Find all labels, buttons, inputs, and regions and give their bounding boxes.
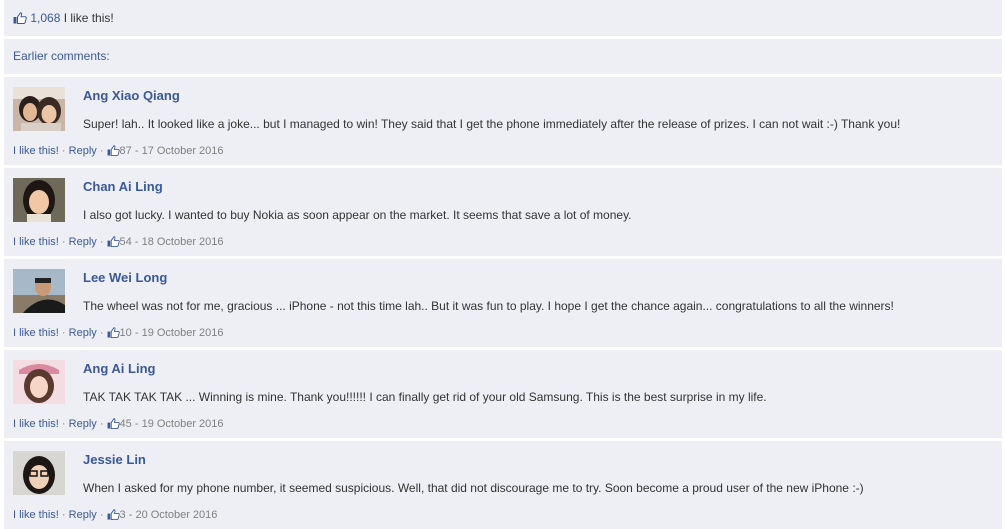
comment-actions: I like this! · Reply · 45 - 19 October 2…	[13, 418, 224, 432]
comment-text: Super! lah.. It looked like a joke... bu…	[83, 117, 901, 131]
comment-like-count: 10	[119, 327, 132, 339]
thumbs-up-icon	[107, 418, 120, 432]
thumbs-up-icon[interactable]	[13, 12, 27, 27]
separator: ·	[96, 509, 107, 521]
separator: ·	[58, 145, 69, 157]
likes-count[interactable]: 1,068	[30, 11, 60, 25]
reply-link[interactable]: Reply	[69, 418, 97, 430]
separator: ·	[96, 236, 107, 248]
comment-text: TAK TAK TAK TAK ... Winning is mine. Tha…	[83, 390, 767, 404]
comment-actions: I like this! · Reply · 10 - 19 October 2…	[13, 327, 224, 341]
comment-date: 20 October 2016	[135, 509, 218, 521]
comment-actions: I like this! · Reply · 3 - 20 October 20…	[13, 509, 217, 523]
earlier-comments-link[interactable]: Earlier comments:	[4, 39, 1002, 74]
comment-date: 19 October 2016	[141, 327, 224, 339]
reply-link[interactable]: Reply	[69, 509, 97, 521]
comment-like-count: 54	[119, 236, 132, 248]
comment-text: When I asked for my phone number, it see…	[83, 481, 864, 495]
thumbs-up-icon	[107, 145, 120, 159]
separator: ·	[96, 327, 107, 339]
comment-date: 19 October 2016	[141, 418, 224, 430]
separator: ·	[58, 327, 69, 339]
separator: -	[131, 327, 142, 339]
avatar[interactable]	[13, 178, 65, 222]
avatar[interactable]	[13, 87, 65, 131]
like-link[interactable]: I like this!	[13, 509, 59, 521]
comment-text: The wheel was not for me, gracious ... i…	[83, 299, 894, 313]
comments-widget: 1,068 I like this! Earlier comments: Ang…	[0, 0, 1005, 529]
like-link[interactable]: I like this!	[13, 418, 59, 430]
thumbs-up-icon	[107, 236, 120, 250]
comment-date: 17 October 2016	[141, 145, 224, 157]
comment-author[interactable]: Ang Xiao Qiang	[83, 88, 180, 103]
comment-author[interactable]: Lee Wei Long	[83, 270, 167, 285]
avatar[interactable]	[13, 360, 65, 404]
separator: -	[125, 509, 136, 521]
comment-author[interactable]: Jessie Lin	[83, 452, 146, 467]
like-link[interactable]: I like this!	[13, 327, 59, 339]
reply-link[interactable]: Reply	[69, 236, 97, 248]
comment-like-count: 45	[119, 418, 132, 430]
avatar[interactable]	[13, 451, 65, 495]
comment-like-count: 87	[119, 145, 132, 157]
separator: ·	[58, 236, 69, 248]
comment-actions: I like this! · Reply · 54 - 18 October 2…	[13, 236, 224, 250]
comment-author[interactable]: Ang Ai Ling	[83, 361, 155, 376]
comment-author[interactable]: Chan Ai Ling	[83, 179, 163, 194]
comment-item: Lee Wei Long The wheel was not for me, g…	[4, 259, 1002, 347]
separator: ·	[96, 145, 107, 157]
thumbs-up-icon	[107, 509, 120, 523]
like-link[interactable]: I like this!	[13, 145, 59, 157]
comment-text: I also got lucky. I wanted to buy Nokia …	[83, 208, 632, 222]
comment-date: 18 October 2016	[141, 236, 224, 248]
comment-item: Chan Ai Ling I also got lucky. I wanted …	[4, 168, 1002, 256]
likes-text: I like this!	[63, 11, 114, 25]
like-link[interactable]: I like this!	[13, 236, 59, 248]
thumbs-up-icon	[107, 327, 120, 341]
separator: -	[131, 145, 142, 157]
separator: ·	[96, 418, 107, 430]
comment-item: Ang Ai Ling TAK TAK TAK TAK ... Winning …	[4, 350, 1002, 438]
separator: -	[131, 418, 142, 430]
likes-summary: 1,068 I like this!	[4, 0, 1002, 36]
reply-link[interactable]: Reply	[69, 327, 97, 339]
avatar[interactable]	[13, 269, 65, 313]
separator: -	[131, 236, 142, 248]
reply-link[interactable]: Reply	[69, 145, 97, 157]
separator: ·	[58, 509, 69, 521]
separator: ·	[58, 418, 69, 430]
comment-actions: I like this! · Reply · 87 - 17 October 2…	[13, 145, 224, 159]
comment-item: Ang Xiao Qiang Super! lah.. It looked li…	[4, 77, 1002, 165]
comment-item: Jessie Lin When I asked for my phone num…	[4, 441, 1002, 529]
